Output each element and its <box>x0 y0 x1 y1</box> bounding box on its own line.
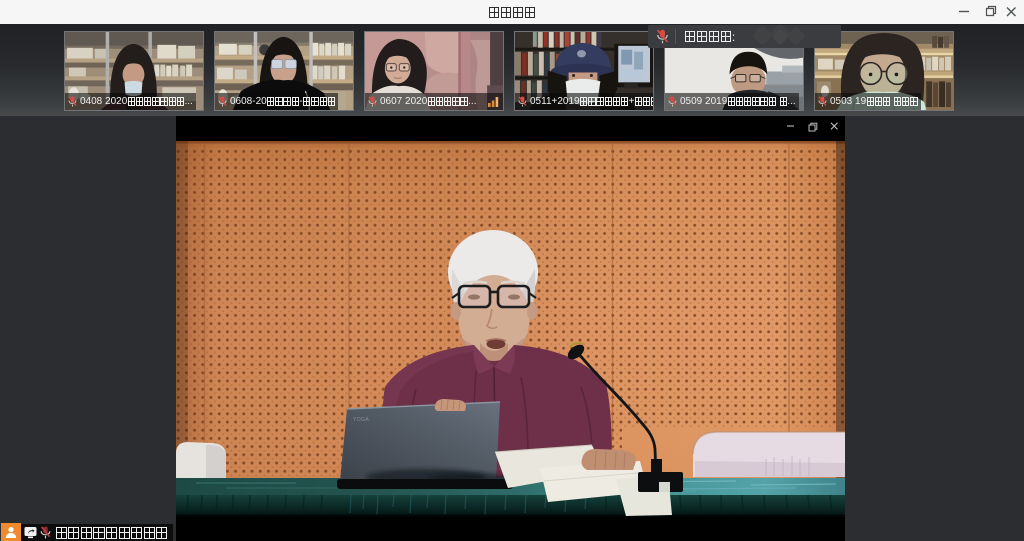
svg-text:YOGA: YOGA <box>353 417 369 423</box>
